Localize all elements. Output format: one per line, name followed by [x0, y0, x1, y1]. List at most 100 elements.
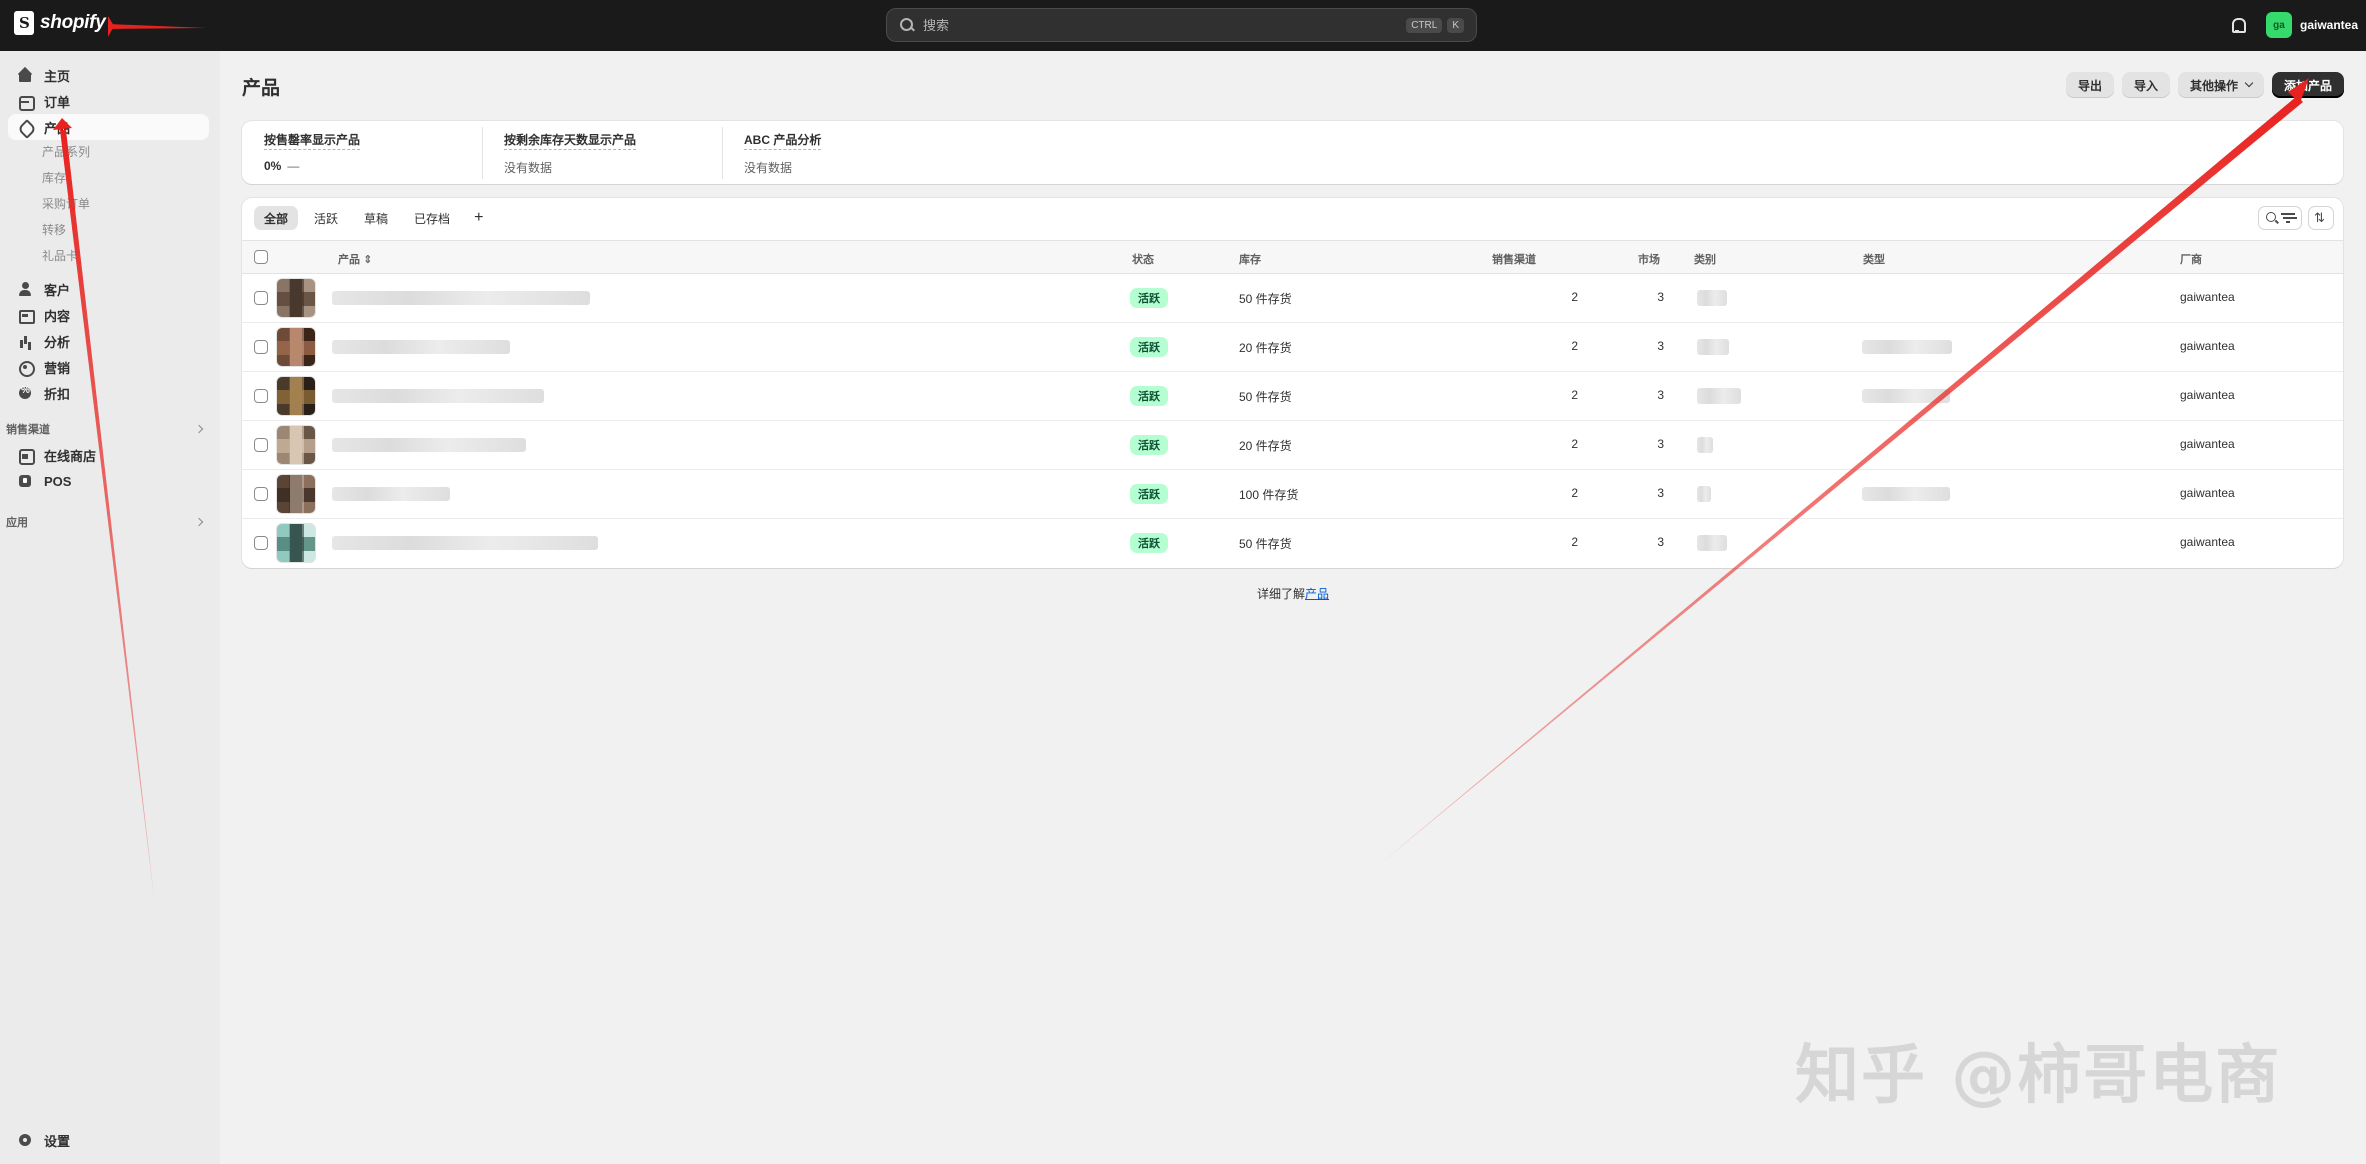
sidebar-item-label: 分析 [44, 334, 71, 350]
status-badge: 活跃 [1130, 484, 1168, 504]
account-menu[interactable]: ga gaiwantea [2266, 12, 2358, 38]
vendor-cell: gaiwantea [2180, 437, 2235, 451]
sidebar-item-home[interactable]: 主页 [8, 62, 209, 88]
sidebar-item-discounts[interactable]: 折扣 [8, 380, 209, 406]
sidebar-item-pos[interactable]: POS [8, 468, 209, 494]
metric-number: 0% [264, 159, 282, 173]
sidebar-item-marketing[interactable]: 营销 [8, 354, 209, 380]
product-thumbnail [276, 425, 316, 465]
select-all-checkbox[interactable] [254, 250, 268, 264]
product-name-blurred[interactable] [332, 389, 544, 403]
search-icon [2266, 211, 2277, 225]
analytics-metrics-card: 按售罄率显示产品 0% — 按剩余库存天数显示产品 没有数据 ABC 产品分析 没… [242, 121, 2343, 184]
markets-cell: 3 [1657, 437, 1664, 451]
category-blurred [1697, 535, 1727, 551]
sidebar-subitem-purchase-orders[interactable]: 采购订单 [42, 193, 90, 213]
bell-icon[interactable] [2230, 17, 2246, 33]
sidebar-item-products[interactable]: 产品 [8, 114, 209, 140]
table-row[interactable]: 活跃 100 件存货 2 3 gaiwantea [242, 470, 2343, 519]
sales-channels-section[interactable]: 销售渠道 [6, 421, 206, 437]
pos-icon [18, 474, 32, 488]
search-bar[interactable]: CTRL K [886, 8, 1477, 42]
product-name-blurred[interactable] [332, 487, 450, 501]
inventory-cell: 20 件存货 [1239, 341, 1292, 355]
header-status: 状态 [1132, 254, 1154, 266]
store-icon [18, 448, 35, 465]
product-name-blurred[interactable] [332, 291, 590, 305]
metric-value: 0% — [264, 159, 482, 173]
sort-button[interactable] [2308, 206, 2334, 230]
person-icon [18, 282, 32, 296]
header-product[interactable]: 产品 ⇕ [338, 251, 372, 267]
export-button[interactable]: 导出 [2065, 72, 2114, 98]
row-checkbox[interactable] [254, 389, 268, 403]
product-name-blurred[interactable] [332, 438, 526, 452]
status-badge: 活跃 [1130, 386, 1168, 406]
inventory-cell: 50 件存货 [1239, 292, 1292, 306]
row-checkbox[interactable] [254, 438, 268, 452]
apps-section[interactable]: 应用 [6, 514, 206, 530]
page-actions: 导出 导入 其他操作 添加产品 [2065, 72, 2344, 98]
sidebar-item-settings[interactable]: 设置 [8, 1127, 209, 1153]
sidebar-item-label: POS [44, 473, 72, 489]
sidebar-subitem-inventory[interactable]: 库存 [42, 167, 66, 187]
add-view-button[interactable]: + [466, 206, 491, 230]
add-product-button[interactable]: 添加产品 [2271, 72, 2344, 98]
header-inventory: 库存 [1239, 254, 1261, 266]
learn-more-text: 详细了解 [1256, 587, 1305, 601]
row-checkbox[interactable] [254, 536, 268, 550]
sidebar: 主页 订单 产品 产品系列 库存 采购订单 转移 礼品卡 客户 内容 分析 营销… [0, 51, 220, 1164]
import-button[interactable]: 导入 [2121, 72, 2170, 98]
tab-draft[interactable]: 草稿 [354, 206, 398, 230]
search-input[interactable] [923, 17, 1402, 33]
sidebar-subitem-gift-cards[interactable]: 礼品卡 [42, 245, 78, 265]
metric-title: 按售罄率显示产品 [264, 131, 361, 150]
filter-icon [2281, 213, 2295, 223]
type-blurred [1862, 389, 1950, 403]
header-type: 类型 [1863, 254, 1885, 266]
store-name: gaiwantea [2300, 18, 2359, 32]
markets-cell: 3 [1657, 535, 1664, 549]
shopify-bag-icon [14, 11, 34, 35]
table-row[interactable]: 活跃 20 件存货 2 3 gaiwantea [242, 421, 2343, 470]
tab-active[interactable]: 活跃 [304, 206, 348, 230]
discount-icon [18, 385, 32, 400]
row-checkbox[interactable] [254, 340, 268, 354]
row-checkbox[interactable] [254, 291, 268, 305]
sidebar-item-analytics[interactable]: 分析 [8, 328, 209, 354]
sidebar-item-orders[interactable]: 订单 [8, 88, 209, 114]
row-checkbox[interactable] [254, 487, 268, 501]
product-thumbnail [276, 376, 316, 416]
metric-days-of-inventory[interactable]: 按剩余库存天数显示产品 没有数据 [482, 131, 722, 175]
chevron-right-icon [194, 517, 204, 527]
product-name-blurred[interactable] [332, 340, 510, 354]
learn-more-link[interactable]: 产品 [1305, 587, 1329, 601]
vendor-cell: gaiwantea [2180, 339, 2235, 353]
table-row[interactable]: 活跃 50 件存货 2 3 gaiwantea [242, 372, 2343, 421]
sidebar-item-label: 主页 [44, 68, 71, 84]
sidebar-item-label: 客户 [44, 282, 71, 298]
inventory-cell: 20 件存货 [1239, 439, 1292, 453]
more-actions-button[interactable]: 其他操作 [2177, 72, 2264, 98]
table-row[interactable]: 活跃 20 件存货 2 3 gaiwantea [242, 323, 2343, 372]
sidebar-item-content[interactable]: 内容 [8, 302, 209, 328]
markets-cell: 3 [1657, 388, 1664, 402]
metric-abc-analysis[interactable]: ABC 产品分析 没有数据 [722, 131, 962, 175]
table-row[interactable]: 活跃 50 件存货 2 3 gaiwantea [242, 519, 2343, 568]
search-filter-button[interactable] [2258, 206, 2302, 230]
tab-all[interactable]: 全部 [254, 206, 299, 230]
sidebar-item-online-store[interactable]: 在线商店 [8, 442, 209, 468]
metric-sell-through[interactable]: 按售罄率显示产品 0% — [242, 131, 482, 175]
vendor-cell: gaiwantea [2180, 388, 2235, 402]
tab-archived[interactable]: 已存档 [404, 206, 460, 230]
sidebar-subitem-transfers[interactable]: 转移 [42, 219, 66, 239]
sidebar-item-customers[interactable]: 客户 [8, 276, 209, 302]
shopify-logo[interactable]: shopify [14, 11, 106, 35]
product-name-blurred[interactable] [332, 536, 598, 550]
chevron-right-icon [194, 424, 204, 434]
status-badge: 活跃 [1130, 337, 1168, 357]
sidebar-subitem-collections[interactable]: 产品系列 [42, 141, 90, 161]
home-icon [18, 68, 32, 82]
table-row[interactable]: 活跃 50 件存货 2 3 gaiwantea [242, 274, 2343, 323]
header-category: 类别 [1694, 254, 1716, 266]
